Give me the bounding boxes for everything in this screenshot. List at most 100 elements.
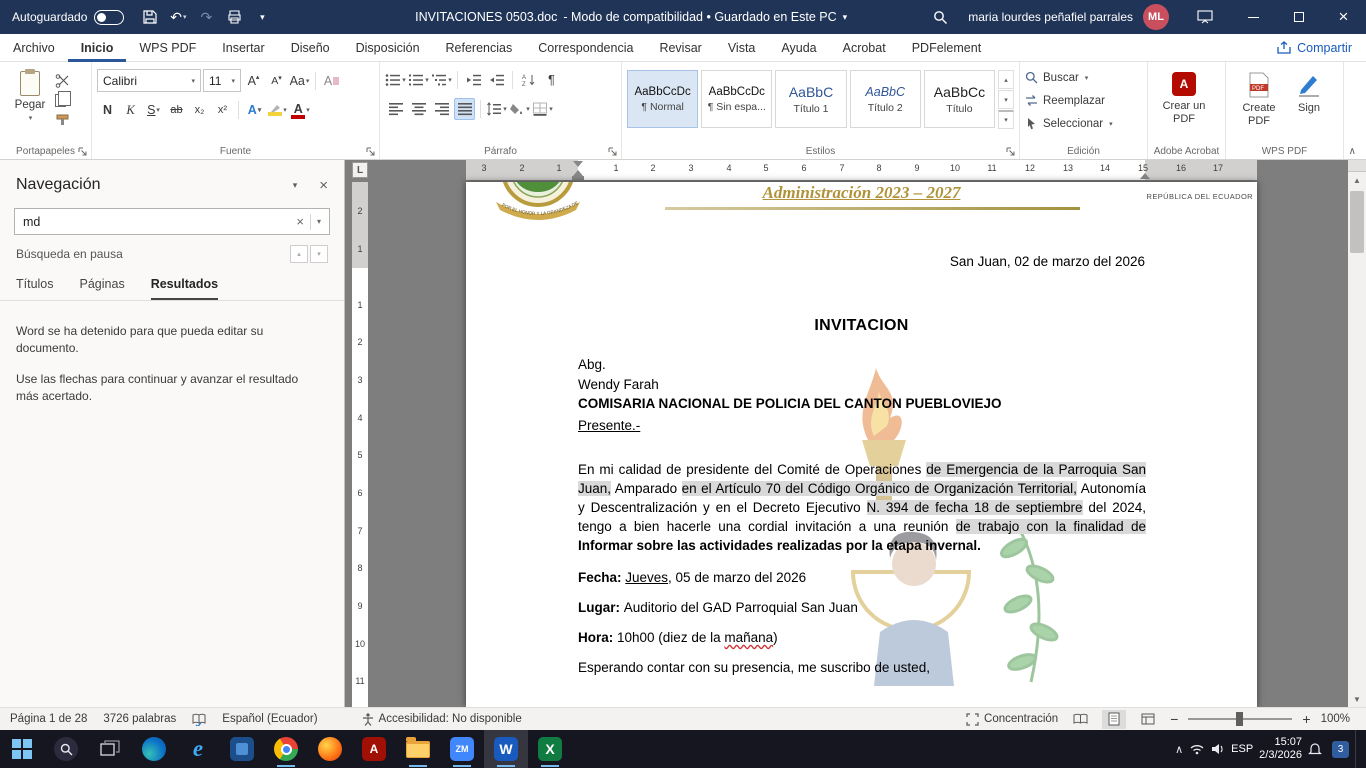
acrobat-icon[interactable]: A bbox=[352, 730, 396, 768]
vertical-scrollbar[interactable]: ▲ ▼ bbox=[1348, 160, 1366, 707]
tab-insertar[interactable]: Insertar bbox=[209, 34, 277, 62]
style-card-heading2[interactable]: AaBbC Título 2 bbox=[850, 70, 921, 128]
search-button[interactable] bbox=[926, 3, 954, 31]
show-desktop-button[interactable] bbox=[1355, 730, 1360, 768]
align-center-button[interactable] bbox=[408, 98, 429, 120]
nav-tab-resultados[interactable]: Resultados bbox=[151, 277, 218, 300]
title-chevron-icon[interactable]: ▾ bbox=[843, 12, 848, 23]
borders-button[interactable]: ▾ bbox=[532, 98, 553, 120]
nav-search-input[interactable] bbox=[23, 215, 290, 229]
collapse-ribbon-button[interactable]: ∧ bbox=[1349, 146, 1356, 157]
tab-diseno[interactable]: Diseño bbox=[278, 34, 343, 62]
styles-dialog-launcher[interactable] bbox=[1006, 147, 1015, 156]
autosave-switch[interactable] bbox=[94, 10, 124, 25]
save-button[interactable] bbox=[136, 3, 164, 31]
wifi-icon[interactable] bbox=[1189, 743, 1205, 755]
grow-font-button[interactable]: A▴ bbox=[243, 70, 264, 92]
tab-revisar[interactable]: Revisar bbox=[646, 34, 714, 62]
subscript-button[interactable]: x₂ bbox=[189, 99, 210, 121]
file-explorer-icon[interactable] bbox=[396, 730, 440, 768]
multilevel-list-button[interactable]: ▾ bbox=[431, 69, 452, 91]
tab-archivo[interactable]: Archivo bbox=[0, 34, 68, 62]
replace-button[interactable]: Reemplazar bbox=[1025, 89, 1142, 112]
tab-wps-pdf[interactable]: WPS PDF bbox=[126, 34, 209, 62]
read-mode-button[interactable] bbox=[1068, 710, 1092, 729]
tab-referencias[interactable]: Referencias bbox=[433, 34, 526, 62]
edge-icon[interactable] bbox=[132, 730, 176, 768]
italic-button[interactable]: K bbox=[120, 99, 141, 121]
right-indent-marker[interactable] bbox=[1140, 173, 1150, 179]
styles-scroll-up-button[interactable]: ▴ bbox=[998, 70, 1014, 89]
zoom-thumb[interactable] bbox=[1236, 712, 1243, 726]
word-count[interactable]: 3726 palabras bbox=[103, 713, 176, 725]
show-marks-button[interactable]: ¶ bbox=[541, 69, 562, 91]
spellcheck-icon[interactable] bbox=[192, 713, 206, 726]
paste-button[interactable]: Pegar ▾ bbox=[5, 66, 55, 141]
nav-pane-close-icon[interactable]: × bbox=[319, 177, 328, 194]
align-right-button[interactable] bbox=[431, 98, 452, 120]
text-effects-button[interactable]: A▾ bbox=[244, 99, 265, 121]
print-layout-button[interactable] bbox=[1102, 710, 1126, 729]
nav-search-clear-icon[interactable]: × bbox=[296, 214, 304, 229]
zoom-in-button[interactable]: + bbox=[1302, 711, 1310, 727]
next-result-button[interactable]: ▾ bbox=[310, 245, 328, 263]
language-switcher[interactable]: ESP bbox=[1231, 743, 1253, 755]
nav-pane-chevron-icon[interactable]: ▾ bbox=[293, 180, 298, 191]
left-indent-marker[interactable] bbox=[572, 176, 584, 180]
chrome-icon[interactable] bbox=[264, 730, 308, 768]
clipboard-dialog-launcher[interactable] bbox=[78, 147, 87, 156]
sort-button[interactable]: AZ bbox=[518, 69, 539, 91]
notification-bell-icon[interactable] bbox=[1308, 742, 1322, 756]
style-card-normal[interactable]: AaBbCcDc ¶ Normal bbox=[627, 70, 698, 128]
bold-button[interactable]: N bbox=[97, 99, 118, 121]
line-spacing-button[interactable]: ▾ bbox=[486, 98, 507, 120]
bullets-button[interactable]: ▾ bbox=[385, 69, 406, 91]
wps-sign-button[interactable]: Sign bbox=[1289, 66, 1329, 141]
user-name[interactable]: maria lourdes peñafiel parrales bbox=[968, 10, 1133, 24]
redo-button[interactable]: ↷ bbox=[192, 3, 220, 31]
qat-customize-button[interactable]: ▾ bbox=[248, 3, 276, 31]
highlight-button[interactable]: ▾ bbox=[267, 99, 288, 121]
numbering-button[interactable]: ▾ bbox=[408, 69, 429, 91]
taskbar-search-button[interactable] bbox=[44, 730, 88, 768]
zoom-out-button[interactable]: − bbox=[1170, 711, 1178, 727]
shrink-font-button[interactable]: A▾ bbox=[266, 70, 287, 92]
document-page[interactable]: SAN JUAN POR EL HONOR Y LA GRANDEZA DE L… bbox=[466, 182, 1257, 707]
increase-indent-button[interactable] bbox=[486, 69, 507, 91]
zoom-level[interactable]: 100% bbox=[1321, 713, 1350, 725]
tab-pdfelement[interactable]: PDFelement bbox=[899, 34, 994, 62]
clear-formatting-button[interactable]: A bbox=[321, 70, 342, 92]
print-button[interactable] bbox=[220, 3, 248, 31]
focus-mode-button[interactable]: Concentración bbox=[966, 713, 1058, 726]
font-color-button[interactable]: A▾ bbox=[290, 99, 311, 121]
decrease-indent-button[interactable] bbox=[463, 69, 484, 91]
tab-vista[interactable]: Vista bbox=[715, 34, 769, 62]
word-icon[interactable]: W bbox=[484, 730, 528, 768]
share-button[interactable]: Compartir bbox=[1277, 41, 1352, 55]
tab-ayuda[interactable]: Ayuda bbox=[768, 34, 829, 62]
format-painter-button[interactable] bbox=[55, 113, 71, 127]
tab-disposicion[interactable]: Disposición bbox=[343, 34, 433, 62]
taskbar-clock[interactable]: 15:07 2/3/2026 bbox=[1259, 736, 1302, 762]
language-indicator[interactable]: Español (Ecuador) bbox=[222, 713, 317, 725]
style-card-title[interactable]: AaBbCc Título bbox=[924, 70, 995, 128]
task-view-button[interactable] bbox=[88, 730, 132, 768]
shading-button[interactable]: ▾ bbox=[509, 98, 530, 120]
minimize-button[interactable] bbox=[1231, 0, 1276, 34]
excel-icon[interactable]: X bbox=[528, 730, 572, 768]
scroll-up-button[interactable]: ▲ bbox=[1348, 172, 1366, 188]
scrollbar-thumb[interactable] bbox=[1350, 191, 1364, 253]
nav-tab-paginas[interactable]: Páginas bbox=[80, 277, 125, 300]
wps-create-pdf-button[interactable]: PDF Create PDF bbox=[1231, 66, 1287, 141]
change-case-button[interactable]: Aa▾ bbox=[289, 70, 310, 92]
avatar[interactable]: ML bbox=[1143, 4, 1169, 30]
copy-button[interactable] bbox=[55, 94, 66, 107]
justify-button[interactable] bbox=[454, 98, 475, 120]
volume-icon[interactable] bbox=[1211, 743, 1225, 755]
autosave-toggle[interactable]: Autoguardado bbox=[0, 10, 136, 25]
maximize-button[interactable] bbox=[1276, 0, 1321, 34]
superscript-button[interactable]: x² bbox=[212, 99, 233, 121]
style-card-no-spacing[interactable]: AaBbCcDc ¶ Sin espa... bbox=[701, 70, 772, 128]
web-layout-button[interactable] bbox=[1136, 710, 1160, 729]
ribbon-display-options-button[interactable] bbox=[1191, 3, 1219, 31]
